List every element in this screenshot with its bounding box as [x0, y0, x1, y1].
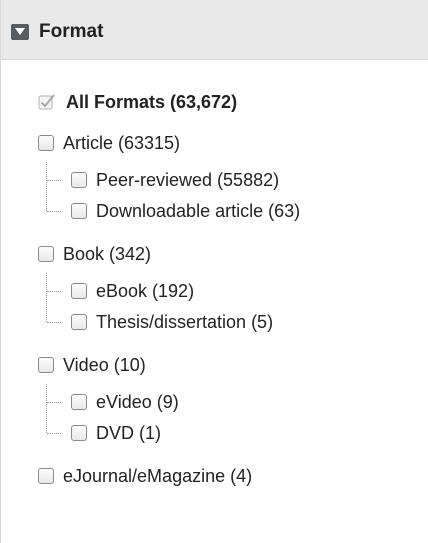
- facet-item-label: eBook (192): [96, 280, 195, 301]
- facet-item-evideo[interactable]: eVideo (9): [71, 389, 179, 415]
- tree-connector: [47, 402, 61, 403]
- checkbox[interactable]: [71, 203, 87, 219]
- tree-connector: [47, 211, 61, 212]
- tree-connector: [47, 180, 61, 181]
- checkbox[interactable]: [71, 394, 87, 410]
- facet-item-all-formats[interactable]: All Formats (63,672): [38, 89, 237, 115]
- facet-item-label: Article (63315): [63, 132, 181, 153]
- facet-item-thesis-dissertation[interactable]: Thesis/dissertation (5): [71, 309, 273, 335]
- facet-title: Format: [39, 21, 104, 42]
- facet-item-label: Peer-reviewed (55882): [96, 169, 280, 190]
- tree-connector: [46, 384, 47, 433]
- facet-item-label: Thesis/dissertation (5): [96, 311, 274, 332]
- facet-item-label: Book (342): [63, 243, 152, 264]
- tree-connector: [47, 291, 61, 292]
- facet-item-book[interactable]: Book (342): [38, 241, 151, 267]
- checkbox[interactable]: [38, 468, 54, 484]
- format-facet-panel: Format All Formats (63,672) Article (633…: [0, 0, 428, 543]
- facet-item-label: eVideo (9): [96, 391, 179, 412]
- collapse-triangle-icon[interactable]: [11, 24, 29, 40]
- facet-item-label: Video (10): [63, 354, 146, 375]
- checkbox[interactable]: [71, 172, 87, 188]
- tree-connector: [46, 162, 47, 211]
- facet-item-label: Downloadable article (63): [96, 200, 301, 221]
- facet-item-label: eJournal/eMagazine (4): [63, 465, 253, 486]
- facet-item-label: All Formats (63,672): [66, 91, 238, 112]
- facet-header[interactable]: Format: [1, 0, 428, 60]
- facet-item-article[interactable]: Article (63315): [38, 130, 180, 156]
- tree-connector: [47, 322, 61, 323]
- checkmark-icon[interactable]: [38, 93, 56, 111]
- tree-connector: [47, 433, 61, 434]
- tree-connector: [46, 273, 47, 322]
- facet-item-peer-reviewed[interactable]: Peer-reviewed (55882): [71, 167, 279, 193]
- facet-item-video[interactable]: Video (10): [38, 352, 146, 378]
- checkbox[interactable]: [38, 246, 54, 262]
- checkbox[interactable]: [71, 283, 87, 299]
- facet-item-ebook[interactable]: eBook (192): [71, 278, 194, 304]
- checkbox[interactable]: [38, 357, 54, 373]
- checkbox[interactable]: [71, 314, 87, 330]
- facet-item-dvd[interactable]: DVD (1): [71, 420, 161, 446]
- facet-item-ejournal-emagazine[interactable]: eJournal/eMagazine (4): [38, 463, 252, 489]
- facet-item-downloadable-article[interactable]: Downloadable article (63): [71, 198, 300, 224]
- checkbox[interactable]: [71, 425, 87, 441]
- checkbox[interactable]: [38, 135, 54, 151]
- facet-item-label: DVD (1): [96, 422, 162, 443]
